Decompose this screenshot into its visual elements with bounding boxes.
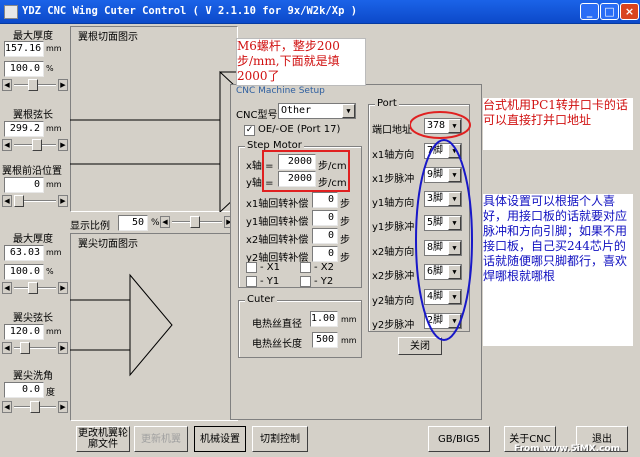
y2-reverse-label: - Y2 (314, 276, 334, 287)
tip-chord-slider[interactable]: ◀ ▶ (2, 342, 68, 354)
root-lead-label: 翼根前沿位置 (2, 166, 62, 177)
root-section-drawing (70, 70, 240, 212)
y2-reverse-checkbox[interactable] (300, 276, 311, 287)
x2-dir-label: x2轴方向 (372, 247, 415, 258)
tip-section-drawing (70, 273, 173, 377)
tip-wash-field[interactable]: 0.0 (4, 382, 44, 398)
x1-comp-field[interactable]: 0 (312, 192, 338, 208)
y1-step-label: y1步脉冲 (372, 222, 415, 233)
x1-reverse-checkbox[interactable] (246, 262, 257, 273)
unit-mm: mm (46, 248, 62, 257)
max-thickness-label: 最大厚度 (13, 31, 53, 42)
x2-comp-field[interactable]: 0 (312, 228, 338, 244)
y1-reverse-checkbox[interactable] (246, 276, 257, 287)
thickness-pct-field[interactable]: 100.0 (4, 61, 44, 77)
m6-annotation: M6螺杆，整步200步/mm,下面就是填2000了 (236, 38, 366, 86)
gb-big5-button[interactable]: GB/BIG5 (428, 426, 490, 452)
setup-dialog-title: CNC Machine Setup (236, 86, 325, 96)
y2-comp-field[interactable]: 0 (312, 246, 338, 262)
unit-mm: mm (46, 180, 62, 189)
unit-pct: % (46, 64, 54, 73)
root-chord-field[interactable]: 299.2 (4, 121, 44, 137)
wire-len-field[interactable]: 500 (312, 332, 338, 348)
root-lead-slider[interactable]: ◀ ▶ (2, 195, 68, 207)
update-wing-button[interactable]: 更新机翼 (134, 426, 188, 452)
watermark: From www.5iMX.com (514, 444, 621, 454)
unit-mm: mm (46, 44, 62, 53)
y2-step-label: y2步脉冲 (372, 320, 415, 331)
close-button[interactable]: × (620, 3, 639, 20)
wire-dia-field[interactable]: 1.00 (310, 311, 338, 327)
unit-pct: % (46, 267, 54, 276)
oe-checkbox[interactable]: ✓ (244, 125, 255, 136)
app-icon (4, 5, 18, 19)
cnc-type-value: Other (281, 105, 312, 116)
max-thickness-field[interactable]: 157.16 (4, 41, 44, 57)
y2-dir-label: y2轴方向 (372, 296, 415, 307)
y1-dir-label: y1轴方向 (372, 198, 415, 209)
x1-dir-label: x1轴方向 (372, 150, 415, 161)
scale-field[interactable]: 50 (118, 215, 148, 231)
root-lead-field[interactable]: 0 (4, 177, 44, 193)
minimize-button[interactable]: _ (580, 3, 599, 20)
max-thickness-field-2[interactable]: 63.03 (4, 245, 44, 261)
cut-control-button[interactable]: 切割控制 (252, 426, 308, 452)
machine-setup-button[interactable]: 机械设置 (194, 426, 246, 452)
comp-unit: 步 (340, 199, 350, 210)
scale-unit: % (151, 218, 160, 228)
y1-comp-field[interactable]: 0 (312, 210, 338, 226)
x1-step-label: x1步脉冲 (372, 174, 415, 185)
oe-label: OE/-OE (Port 17) (258, 124, 341, 135)
unit-deg: 度 (46, 388, 56, 398)
steps-highlight-box (262, 150, 350, 192)
pin-detail-annotation: 具体设置可以根据个人喜好，用接口板的话就要对应脉冲和方向引脚；如果不用接口板，自… (483, 194, 633, 346)
x1-comp-label: x1轴回转补偿 (246, 199, 309, 210)
tip-section-label: 翼尖切面图示 (78, 239, 138, 250)
pc1-annotation: 台式机用PC1转并口卡的话可以直接打并口地址 (483, 98, 633, 150)
wire-len-unit: mm (341, 336, 357, 345)
tip-chord-label: 翼尖弦长 (13, 313, 53, 324)
max-thickness-label-2: 最大厚度 (13, 234, 53, 245)
annotation-ellipses (410, 111, 473, 341)
wire-len-label: 电热丝长度 (252, 339, 302, 350)
y1-comp-label: y1轴回转补偿 (246, 217, 309, 228)
cnc-type-select[interactable]: Other ▼ (278, 103, 356, 119)
cnc-type-label: CNC型号 (236, 110, 278, 121)
tip-chord-field[interactable]: 120.0 (4, 324, 44, 340)
x2-comp-label: x2轴回转补偿 (246, 235, 309, 246)
wire-dia-label: 电热丝直径 (252, 319, 302, 330)
x2-reverse-checkbox[interactable] (300, 262, 311, 273)
cuter-title: Cuter (245, 294, 277, 305)
comp-unit: 步 (340, 217, 350, 228)
x2-step-label: x2步脉冲 (372, 271, 415, 282)
root-chord-slider[interactable]: ◀ ▶ (2, 139, 68, 151)
change-airfoil-button[interactable]: 更改机翼轮廓文件 (76, 426, 130, 452)
port-title: Port (375, 98, 399, 109)
unit-mm: mm (46, 327, 62, 336)
y1-reverse-label: - Y1 (260, 276, 280, 287)
x2-reverse-label: - X2 (314, 262, 334, 273)
wire-dia-unit: mm (341, 315, 357, 324)
thickness-slider[interactable]: ◀ ▶ (2, 79, 68, 91)
unit-mm: mm (46, 124, 62, 133)
chevron-down-icon: ▼ (342, 104, 355, 118)
root-chord-label: 翼根弦长 (13, 110, 53, 121)
thickness-pct-field-2[interactable]: 100.0 (4, 264, 44, 280)
maximize-button[interactable]: □ (600, 3, 619, 20)
scale-slider[interactable]: ◀ ▶ (160, 216, 234, 228)
x1-reverse-label: - X1 (260, 262, 280, 273)
comp-unit: 步 (340, 235, 350, 246)
tip-wash-label: 翼尖洗角 (13, 371, 53, 382)
tip-wash-slider[interactable]: ◀ ▶ (2, 401, 68, 413)
port-addr-label: 端口地址 (372, 125, 412, 136)
scale-label: 显示比例 (70, 221, 110, 232)
window-title: YDZ CNC Wing Cuter Control ( V 2.1.10 fo… (22, 5, 358, 17)
thickness-slider-2[interactable]: ◀ ▶ (2, 282, 68, 294)
comp-unit: 步 (340, 253, 350, 264)
